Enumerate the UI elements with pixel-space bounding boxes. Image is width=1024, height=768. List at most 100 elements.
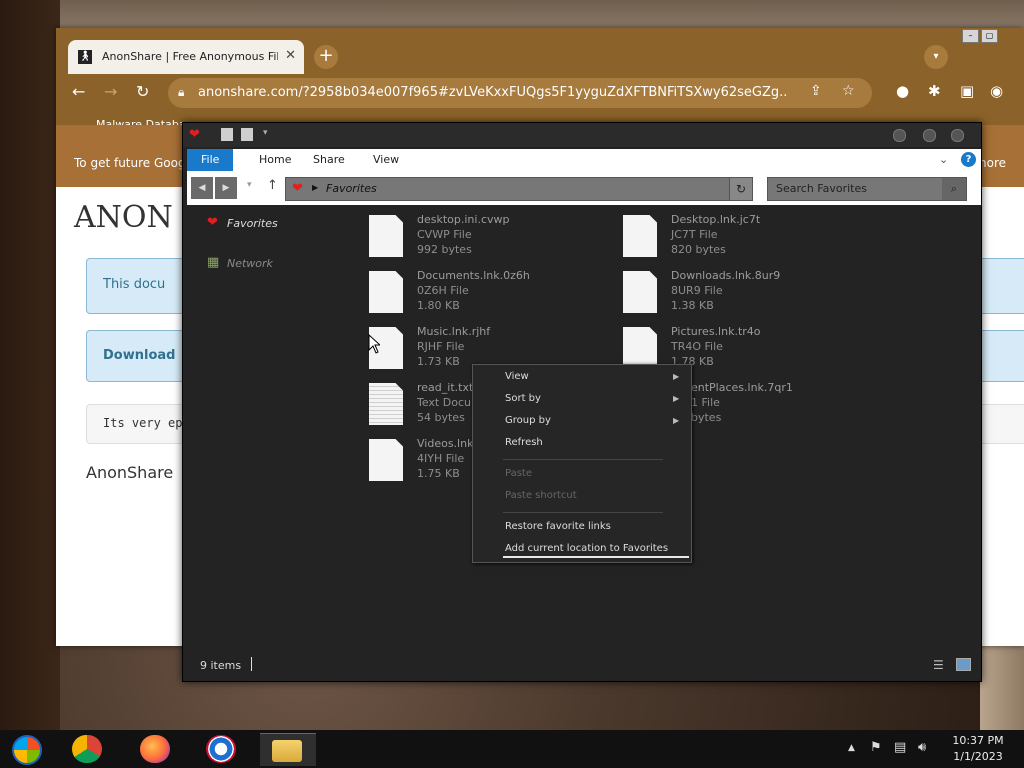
action-center-flag-icon[interactable]: ⚑	[870, 740, 882, 755]
taskbar-file-explorer[interactable]	[260, 733, 316, 766]
menu-item-sort-by[interactable]: Sort by	[505, 393, 541, 404]
tab-home[interactable]: Home	[245, 149, 305, 171]
omnibox[interactable]: 🔒︎ anonshare.com/?2958b034e007f965#zvLVe…	[168, 78, 872, 108]
info-panel-text: This docu	[103, 277, 166, 292]
url-text[interactable]: anonshare.com/?2958b034e007f965#zvLVeKxx…	[198, 85, 788, 100]
help-icon[interactable]: ?	[961, 152, 976, 167]
address-bar[interactable]: ❤ ▶ Favorites	[285, 177, 753, 201]
mouse-cursor-icon	[368, 334, 380, 354]
refresh-button[interactable]: ↻	[729, 177, 753, 201]
show-hidden-icons-icon[interactable]: ▲	[848, 743, 855, 753]
reload-icon[interactable]: ↻	[136, 82, 149, 101]
breadcrumb-arrow-icon[interactable]: ▶	[312, 183, 318, 192]
volume-icon[interactable]: 🔊︎	[918, 740, 926, 755]
menu-item-add-current-location[interactable]: Add current location to Favorites	[505, 543, 668, 554]
status-divider	[251, 657, 252, 671]
start-button[interactable]	[0, 733, 56, 765]
quick-access-dropdown-icon[interactable]: ▾	[263, 128, 268, 138]
back-arrow-icon[interactable]: ←	[72, 82, 85, 101]
file-size: 820 bytes	[671, 243, 726, 256]
forward-arrow-icon[interactable]: →	[104, 82, 117, 101]
back-button[interactable]: ◀	[191, 177, 213, 199]
file-name: Downloads.lnk.8ur9	[671, 269, 781, 282]
large-icons-view-icon[interactable]	[956, 658, 971, 671]
search-input[interactable]: Search Favorites ⌕	[767, 177, 967, 201]
account-avatar-icon[interactable]: ◉	[990, 82, 1003, 100]
file-name: desktop.ini.cvwp	[417, 213, 510, 226]
menu-item-restore-favorite-links[interactable]: Restore favorite links	[505, 521, 611, 532]
close-tab-icon[interactable]: ✕	[285, 48, 296, 63]
tab-search-button[interactable]: ▾	[924, 45, 948, 69]
item-count: 9 items	[200, 659, 242, 672]
file-type: RJHF File	[417, 340, 465, 353]
menu-highlight-underline	[503, 556, 689, 558]
file-icon	[623, 271, 657, 313]
bookmark-star-icon[interactable]: ☆	[842, 83, 855, 99]
context-menu: View ▶ Sort by ▶ Group by ▶ Refresh Past…	[472, 364, 692, 563]
restore-icon[interactable]: ▢	[981, 29, 998, 43]
close-icon[interactable]	[951, 129, 964, 142]
file-item[interactable]: desktop.ini.cvwp CVWP File 992 bytes	[369, 213, 599, 259]
file-type: 1 File	[691, 396, 720, 409]
network-icon: ▦	[207, 255, 220, 270]
taskbar-chrome[interactable]	[60, 733, 116, 765]
network-icon[interactable]: ▤	[894, 740, 906, 755]
heart-icon: ❤	[207, 215, 218, 230]
file-item[interactable]: Downloads.lnk.8ur9 8UR9 File 1.38 KB	[623, 269, 853, 315]
file-icon	[369, 439, 403, 481]
share-icon[interactable]: ⇪	[810, 83, 822, 99]
forward-button[interactable]: ▶	[215, 177, 237, 199]
file-type: JC7T File	[671, 228, 718, 241]
taskbar-internet-explorer[interactable]	[194, 733, 250, 765]
file-name: read_it.txt	[417, 381, 474, 394]
folder-icon	[272, 740, 302, 762]
file-icon	[369, 215, 403, 257]
minimize-icon[interactable]: –	[962, 29, 979, 43]
banner-text: To get future Goog	[74, 156, 186, 170]
system-clock[interactable]: 10:37 PM 1/1/2023	[948, 733, 1008, 765]
file-name: Documents.lnk.0z6h	[417, 269, 530, 282]
nav-item-favorites[interactable]: ❤ Favorites	[193, 213, 333, 233]
file-name: Videos.lnk	[417, 437, 474, 450]
menu-item-group-by[interactable]: Group by	[505, 415, 551, 426]
file-name: Music.lnk.rjhf	[417, 325, 491, 338]
maximize-icon[interactable]	[923, 129, 936, 142]
tab-file[interactable]: File	[187, 149, 234, 171]
up-arrow-icon[interactable]: ↑	[267, 178, 278, 193]
chrome-toolbar: ← → ↻ 🔒︎ anonshare.com/?2958b034e007f965…	[56, 76, 1024, 112]
recent-locations-icon[interactable]: ▾	[247, 180, 252, 190]
file-item[interactable]: Documents.lnk.0z6h 0Z6H File 1.80 KB	[369, 269, 599, 315]
expand-ribbon-icon[interactable]: ⌄	[939, 153, 948, 166]
new-tab-button[interactable]: +	[314, 45, 338, 69]
menu-item-refresh[interactable]: Refresh	[505, 437, 543, 448]
menu-separator	[503, 459, 663, 460]
tab-view[interactable]: View	[359, 149, 413, 171]
minimize-icon[interactable]	[893, 129, 906, 142]
file-icon	[369, 271, 403, 313]
taskbar-firefox[interactable]	[128, 733, 184, 765]
file-size: 1.80 KB	[417, 299, 460, 312]
clock-date: 1/1/2023	[953, 750, 1003, 763]
chrome-frame: 🚶︎ AnonShare | Free Anonymous File Shari…	[56, 28, 1024, 131]
file-icon	[623, 215, 657, 257]
file-item[interactable]: Desktop.lnk.jc7t JC7T File 820 bytes	[623, 213, 853, 259]
file-type: CVWP File	[417, 228, 472, 241]
extensions-puzzle-icon[interactable]: ✱	[928, 82, 941, 100]
quick-access-properties-icon[interactable]	[221, 128, 233, 141]
obama-logo-icon	[206, 735, 236, 763]
quick-access-new-folder-icon[interactable]	[241, 128, 253, 141]
nav-item-network[interactable]: ▦ Network	[193, 253, 333, 273]
side-panel-icon[interactable]: ▣	[960, 82, 974, 100]
menu-separator	[503, 512, 663, 513]
menu-item-view[interactable]: View	[505, 371, 529, 382]
details-view-icon[interactable]: ☰	[933, 658, 944, 672]
file-type: TR4O File	[671, 340, 723, 353]
file-name: Desktop.lnk.jc7t	[671, 213, 761, 226]
search-icon[interactable]: ⌕	[942, 178, 966, 200]
file-size: 54 bytes	[417, 411, 465, 424]
tab-share[interactable]: Share	[299, 149, 359, 171]
browser-tab[interactable]: 🚶︎ AnonShare | Free Anonymous File Shari…	[68, 40, 304, 74]
file-type: 8UR9 File	[671, 284, 723, 297]
profile-extension-icon[interactable]: ●	[896, 82, 909, 100]
address-location[interactable]: Favorites	[326, 182, 377, 195]
